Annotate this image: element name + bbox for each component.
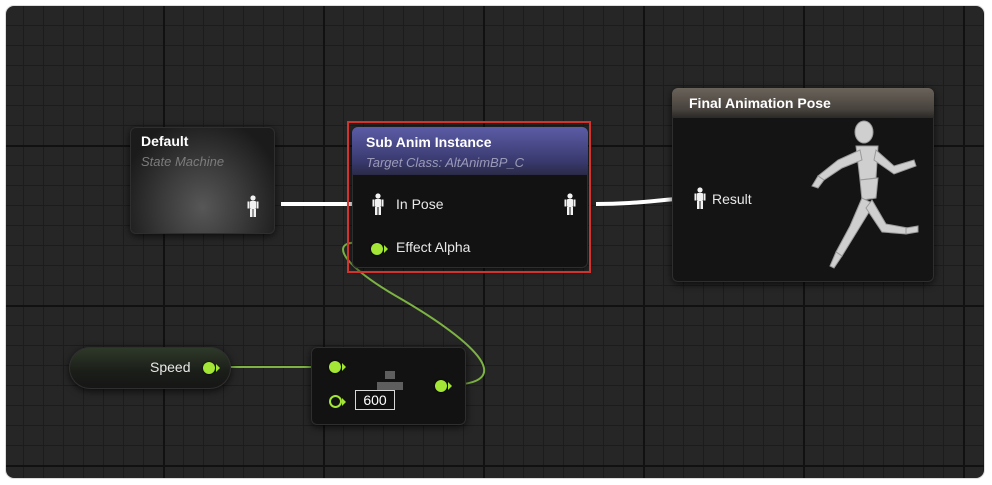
multiply-node[interactable]: 600 xyxy=(311,347,466,425)
float-pin-icon[interactable] xyxy=(329,361,341,373)
multiply-icon xyxy=(377,382,403,390)
result-label: Result xyxy=(712,191,752,207)
speed-variable-node[interactable]: Speed xyxy=(69,347,231,389)
pin-arrow-icon xyxy=(342,363,346,371)
final-animation-pose-node[interactable]: Final Animation Pose Result xyxy=(672,88,934,282)
node-title: Default xyxy=(141,133,189,149)
speed-label: Speed xyxy=(150,359,191,375)
multiply-icon xyxy=(385,371,395,379)
anim-graph-canvas[interactable]: Default State Machine Sub Anim Instance … xyxy=(6,6,984,478)
node-subtitle: State Machine xyxy=(141,154,225,169)
pose-icon[interactable] xyxy=(247,195,259,217)
float-pin-icon[interactable] xyxy=(329,395,342,408)
state-machine-node[interactable]: Default State Machine xyxy=(130,127,275,234)
pin-arrow-icon xyxy=(342,398,346,406)
pin-arrow-icon xyxy=(216,364,220,372)
node-title: Final Animation Pose xyxy=(689,95,831,111)
float-pin-icon[interactable] xyxy=(203,362,215,374)
multiplier-value-input[interactable]: 600 xyxy=(355,390,395,410)
highlight-box xyxy=(347,121,591,273)
pin-arrow-icon xyxy=(448,382,452,390)
pose-icon[interactable] xyxy=(694,187,706,209)
float-pin-icon[interactable] xyxy=(435,380,447,392)
mannequin-preview-icon xyxy=(811,120,919,269)
